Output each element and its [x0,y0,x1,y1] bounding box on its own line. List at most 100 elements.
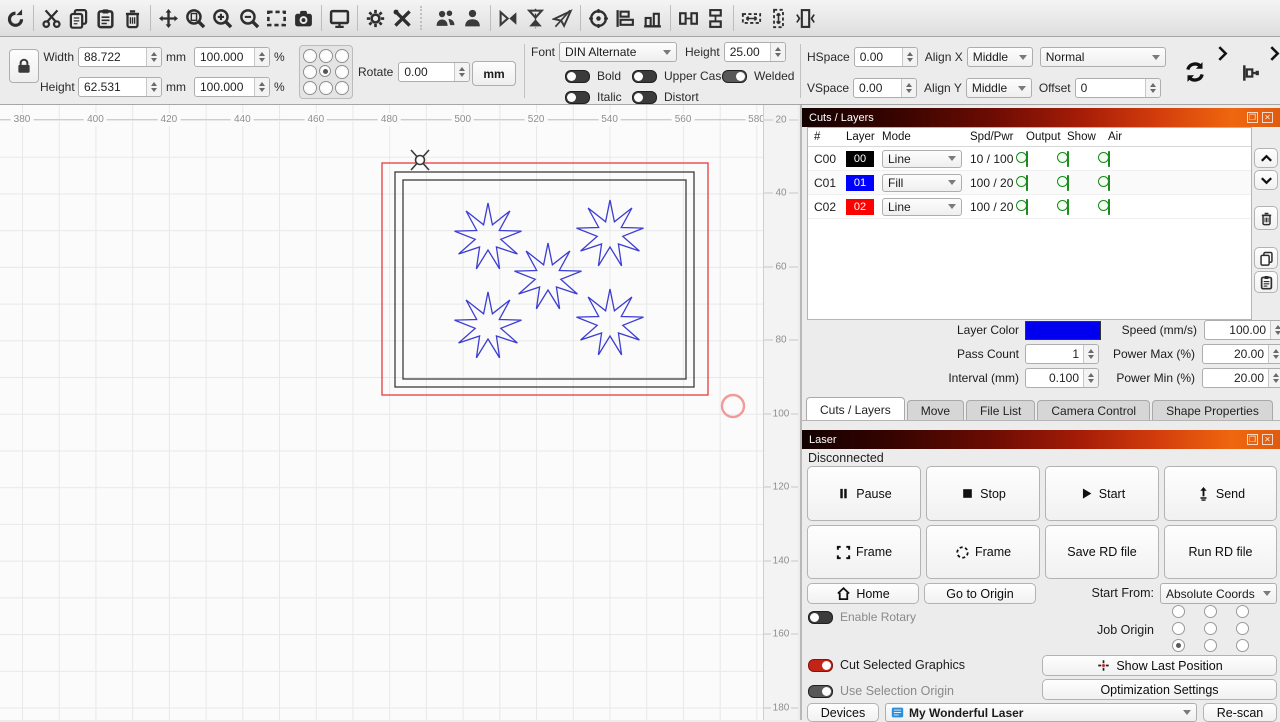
interval-input[interactable]: 0.100 [1025,368,1099,388]
layer-mode-select[interactable]: Line [882,198,962,216]
anchor-cell-8[interactable] [335,81,349,95]
layer-mode-select[interactable]: Line [882,150,962,168]
height-spinner[interactable] [146,78,161,96]
vspace-spinner[interactable] [901,79,916,97]
expand-toolbar-button[interactable] [1214,45,1231,65]
size-h-icon[interactable] [738,4,765,32]
settings-icon[interactable] [362,4,389,32]
layer-mode-select[interactable]: Fill [882,174,962,192]
devices-button[interactable]: Devices [807,703,879,722]
job-origin-radio-1[interactable] [1204,605,1217,618]
star-shape[interactable] [577,289,644,355]
tab-cuts-layers[interactable]: Cuts / Layers [806,397,905,421]
width-percent-input[interactable]: 100.000 [194,47,270,67]
align-h-icon[interactable] [612,4,639,32]
show-last-position-button[interactable]: Show Last Position [1042,655,1277,676]
run-rd-file-button[interactable]: Run RD file [1164,525,1277,579]
rotate-input[interactable]: 0.00 [398,62,470,82]
air-toggle[interactable] [1108,199,1110,215]
air-toggle[interactable] [1108,175,1110,191]
upper-case-toggle[interactable] [632,70,657,83]
height-input[interactable]: 62.531 [78,77,162,97]
height-percent-input[interactable]: 100.000 [194,77,270,97]
pass-count-spinner[interactable] [1083,345,1098,363]
ungroup-icon[interactable] [459,4,486,32]
laser-panel-title[interactable]: Laser ❐✕ [802,430,1280,449]
cut-selected-toggle[interactable] [808,659,833,672]
job-origin-radio-2[interactable] [1236,605,1249,618]
anchor-cell-5[interactable] [335,65,349,79]
layer-delete-button[interactable] [1254,206,1278,230]
paste-icon[interactable] [92,4,119,32]
save-rd-file-button[interactable]: Save RD file [1045,525,1159,579]
laser-undock-icon[interactable]: ❐ [1247,434,1258,445]
show-toggle[interactable] [1067,151,1069,167]
power-max-input[interactable]: 20.00 [1202,344,1280,364]
frame-selection-icon[interactable] [263,4,290,32]
anchor-cell-4[interactable] [319,65,331,77]
start-from-select[interactable]: Absolute Coords [1160,583,1277,604]
show-toggle[interactable] [1067,175,1069,191]
rotate-spinner[interactable] [454,63,469,81]
layer-color-chip[interactable]: 00 [846,151,874,167]
job-origin-radio-7[interactable] [1204,639,1217,652]
expand-toolbar2-button[interactable] [1266,45,1280,65]
width-percent-spinner[interactable] [254,48,269,66]
weld-icon[interactable] [549,4,576,32]
zoom-to-page-icon[interactable] [182,4,209,32]
redo-icon[interactable] [2,4,29,32]
lock-aspect-button[interactable] [9,49,39,83]
layer-move-down-button[interactable] [1254,170,1278,190]
interval-spinner[interactable] [1083,369,1098,387]
hspace-input[interactable]: 0.00 [854,47,918,67]
height-percent-spinner[interactable] [254,78,269,96]
layer-row-C02[interactable]: C0202Line100 / 20 [808,195,1251,219]
job-origin-grid[interactable] [1162,605,1258,652]
anchor-cell-7[interactable] [319,81,333,95]
star-shape[interactable] [455,292,522,358]
size-grow-icon[interactable] [792,4,819,32]
job-origin-radio-5[interactable] [1236,622,1249,635]
power-max-spinner[interactable] [1268,345,1280,363]
star-shape[interactable] [515,243,582,309]
hspace-spinner[interactable] [902,48,917,66]
offset-input[interactable]: 0 [1075,78,1161,98]
star-shape[interactable] [455,203,522,269]
use-selection-origin-toggle[interactable] [808,685,833,698]
text-mode-select[interactable]: Normal [1040,47,1166,67]
job-origin-radio-3[interactable] [1172,622,1185,635]
refresh-button[interactable] [1183,60,1207,87]
device-select[interactable]: My Wonderful Laser [885,703,1197,722]
distribute-h-icon[interactable] [675,4,702,32]
align-v-icon[interactable] [639,4,666,32]
rect-shape-0[interactable] [382,163,708,395]
output-toggle[interactable] [1026,175,1028,191]
copy-icon[interactable] [65,4,92,32]
flip-vertical-icon[interactable] [495,4,522,32]
offset-spinner[interactable] [1145,79,1160,97]
layer-move-up-button[interactable] [1254,148,1278,168]
delete-icon[interactable] [119,4,146,32]
distort-toggle[interactable] [632,91,657,104]
close-panel-icon[interactable]: ✕ [1262,112,1273,123]
optimization-settings-button[interactable]: Optimization Settings [1042,679,1277,700]
speed-input[interactable]: 100.00 [1204,320,1280,340]
distribute-v-icon[interactable] [702,4,729,32]
start-button[interactable]: Start [1045,466,1159,521]
tab-move[interactable]: Move [907,400,964,421]
font-height-input[interactable]: 25.00 [724,42,786,62]
enable-rotary-toggle[interactable] [808,611,833,624]
anchor-cell-1[interactable] [319,49,333,63]
pause-button[interactable]: Pause [807,466,921,521]
toolbar-grip[interactable] [420,6,428,30]
star-shape[interactable] [577,200,644,266]
units-mm-button[interactable]: mm [472,61,516,86]
output-toggle[interactable] [1026,199,1028,215]
send-button[interactable]: Send [1164,466,1277,521]
preview-icon[interactable] [326,4,353,32]
job-origin-radio-6[interactable] [1172,639,1185,652]
anchor-cell-6[interactable] [303,81,317,95]
home-button[interactable]: Home [807,583,919,604]
pass-count-input[interactable]: 1 [1025,344,1099,364]
layer-paste-button[interactable] [1254,271,1278,293]
